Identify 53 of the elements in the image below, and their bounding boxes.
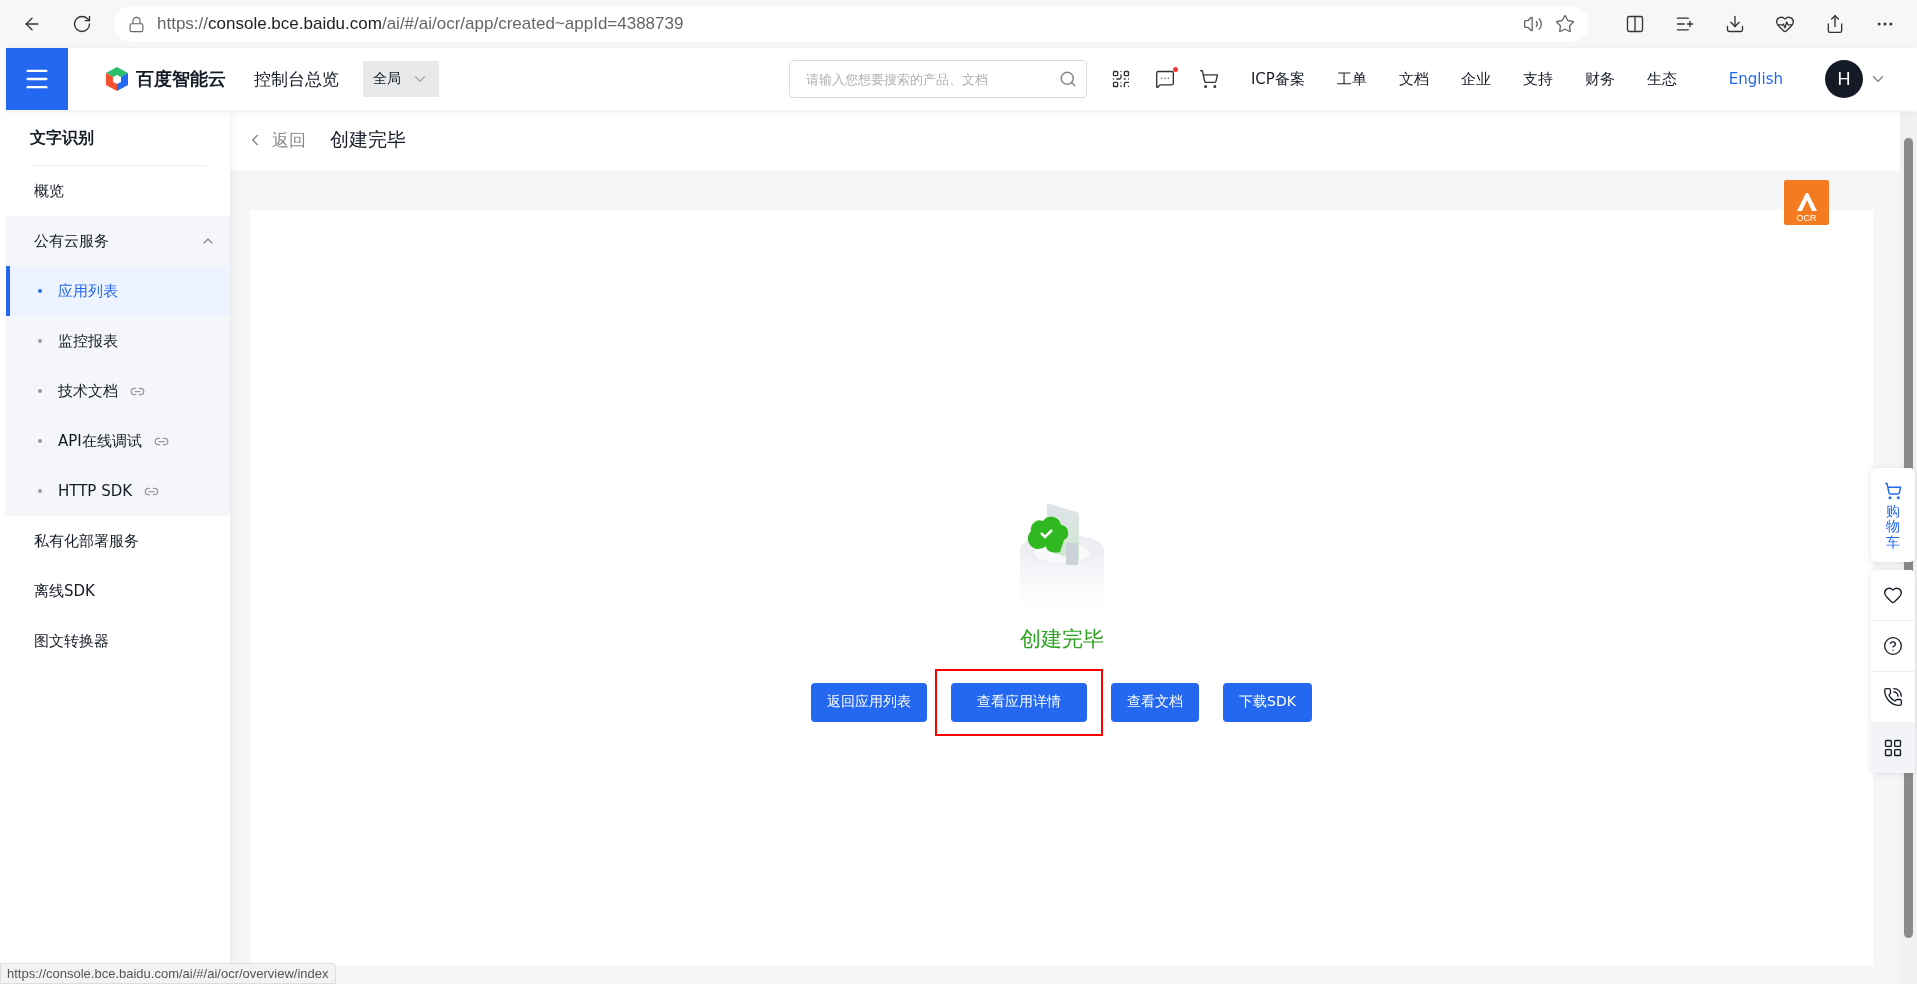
lock-icon[interactable] <box>128 15 145 33</box>
qr-code-icon[interactable] <box>1110 69 1131 89</box>
scope-dropdown[interactable]: 全局 <box>363 61 439 97</box>
nav-link[interactable]: 企业 <box>1460 69 1491 89</box>
sidebar-item[interactable]: 技术文档 <box>6 366 230 416</box>
avatar[interactable]: H <box>1825 60 1863 98</box>
nav-link[interactable]: ICP备案 <box>1250 69 1305 89</box>
action-button[interactable]: 查看文档 <box>1111 682 1200 722</box>
logo-icon <box>104 66 130 92</box>
phone-icon[interactable] <box>1883 687 1903 708</box>
reload-icon[interactable] <box>72 14 92 34</box>
nav-link[interactable]: 文档 <box>1398 69 1429 89</box>
apps-icon[interactable] <box>1883 738 1903 759</box>
split-screen-icon[interactable] <box>1625 14 1645 34</box>
sidebar-item[interactable]: 监控报表 <box>6 316 230 366</box>
sidebar-item[interactable]: 私有化部署服务 <box>6 516 230 566</box>
star-icon[interactable] <box>1555 14 1575 34</box>
sidebar-title: 文字识别 <box>30 110 206 166</box>
nav-link[interactable]: 生态 <box>1646 69 1677 89</box>
nav-link[interactable]: 财务 <box>1584 69 1615 89</box>
menu-button[interactable] <box>6 48 68 110</box>
search-field[interactable]: 请输入您想要搜索的产品、文档 <box>788 60 1087 98</box>
cart-icon[interactable] <box>1198 69 1219 89</box>
cart-icon <box>1884 482 1902 500</box>
sidebar-item[interactable]: 应用列表 <box>6 266 230 316</box>
message-icon[interactable] <box>1154 69 1175 89</box>
help-icon[interactable] <box>1883 636 1903 657</box>
heart-pulse-icon[interactable] <box>1775 14 1795 34</box>
sidebar-item[interactable]: 离线SDK <box>6 566 230 616</box>
address-bar[interactable]: https://console.bce.baidu.com/ai/#/ai/ocr/app/created~appId=4388739 <box>114 6 1589 42</box>
back-link[interactable]: 返回 <box>246 128 306 152</box>
url-text: https://console.bce.baidu.com/ai/#/ai/ocr/app/created~appId=4388739 <box>157 14 685 34</box>
sidebar-item[interactable]: API在线调试 <box>6 416 230 466</box>
action-button[interactable]: 下载SDK <box>1223 682 1312 722</box>
page-title: 创建完毕 <box>330 127 406 152</box>
nav-link[interactable]: 工单 <box>1336 69 1367 89</box>
language-link[interactable]: English <box>1728 70 1783 88</box>
download-icon[interactable] <box>1725 14 1745 34</box>
nav-link[interactable]: 支持 <box>1522 69 1553 89</box>
sidebar-item[interactable]: 概览 <box>6 166 230 216</box>
sidebar-item[interactable]: HTTP SDK <box>6 466 230 516</box>
status-url: https://console.bce.baidu.com/ai/#/ai/ocr/overview/index <box>0 963 336 984</box>
console-link[interactable]: 控制台总览 <box>254 67 339 91</box>
favorite-icon[interactable] <box>1883 585 1903 606</box>
sidebar-item[interactable]: 图文转换器 <box>6 616 230 666</box>
action-button[interactable]: 返回应用列表 <box>811 682 928 722</box>
action-button[interactable]: 查看应用详情 <box>951 682 1088 722</box>
read-aloud-icon[interactable] <box>1523 14 1543 34</box>
brand-name: 百度智能云 <box>136 67 226 91</box>
search-icon <box>1058 70 1077 88</box>
share-icon[interactable] <box>1825 14 1845 34</box>
sidebar-group[interactable]: 公有云服务 <box>6 216 230 266</box>
result-title: 创建完毕 <box>1019 625 1104 653</box>
